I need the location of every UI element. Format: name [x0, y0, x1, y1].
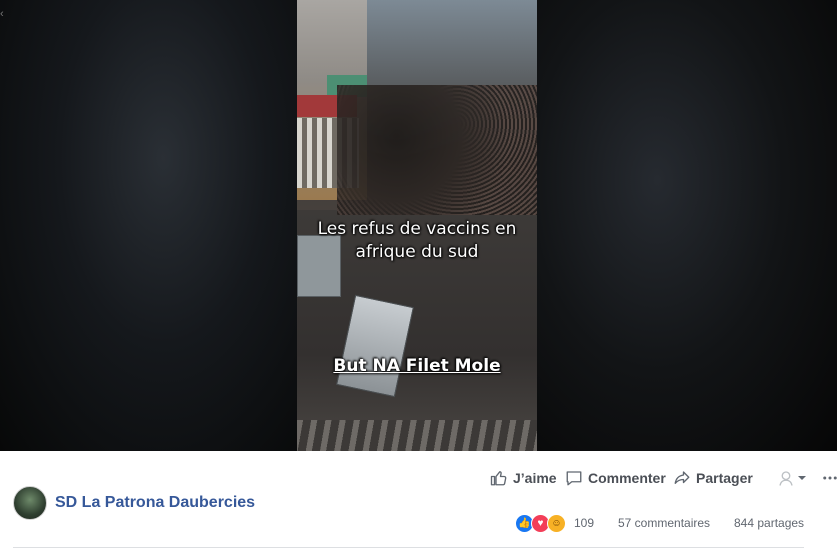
post-as-selector[interactable]	[777, 469, 807, 487]
post-actions: J’aime Commenter Partager	[437, 469, 837, 489]
crowd	[337, 85, 537, 215]
like-label: J’aime	[513, 470, 557, 486]
reactions-count[interactable]: 109	[574, 516, 594, 530]
corner-marker: ‹	[0, 8, 4, 20]
post-footer: SD La Patrona Daubercies J’aime Commente…	[0, 451, 837, 549]
comment-label: Commenter	[588, 470, 666, 486]
video-caption: Les refus de vaccins en afrique du sud	[297, 218, 537, 264]
road-markings	[297, 420, 537, 451]
divider	[13, 547, 804, 548]
chevron-down-icon	[798, 476, 806, 480]
shares-count[interactable]: 844 partages	[734, 516, 804, 530]
reactions-summary[interactable]: 👍 ♥ ☺	[515, 514, 566, 533]
share-button[interactable]: Partager	[673, 469, 753, 487]
post-stats: 👍 ♥ ☺ 109 57 commentaires 844 partages	[0, 514, 837, 534]
like-button[interactable]: J’aime	[490, 469, 557, 487]
share-icon	[674, 471, 690, 484]
video-watermark-caption: But NA Filet Mole	[333, 356, 501, 376]
comments-count[interactable]: 57 commentaires	[618, 516, 710, 530]
profile-icon	[779, 471, 793, 486]
share-label: Partager	[696, 470, 753, 486]
more-options-button[interactable]	[821, 469, 837, 487]
video-blur-left	[0, 0, 297, 451]
comment-icon	[566, 471, 582, 486]
author-name[interactable]: SD La Patrona Daubercies	[55, 494, 255, 512]
video-blur-right	[537, 0, 837, 451]
video-frame[interactable]: Les refus de vaccins en afrique du sud B…	[297, 0, 537, 451]
thumbs-up-icon	[490, 471, 507, 486]
caption-line-2: afrique du sud	[355, 242, 479, 262]
caption-line-1: Les refus de vaccins en	[317, 219, 517, 239]
video-player[interactable]: ‹ Les refus de vaccins en afrique du sud…	[0, 0, 837, 451]
more-icon	[823, 476, 837, 480]
haha-icon: ☺	[547, 514, 566, 533]
comment-button[interactable]: Commenter	[565, 469, 666, 487]
